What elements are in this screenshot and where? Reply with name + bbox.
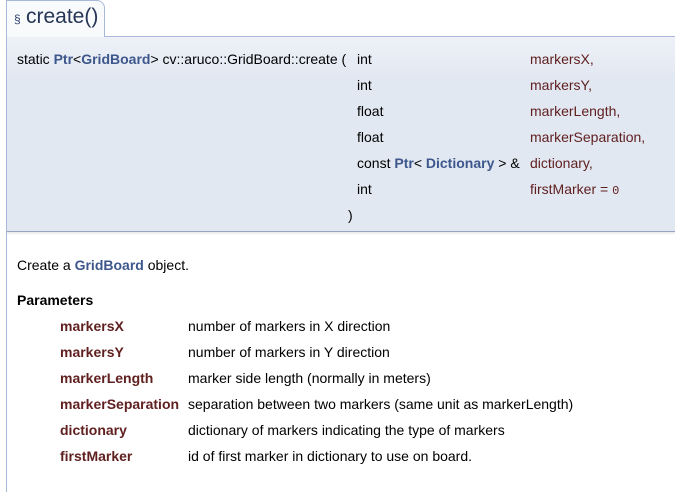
section-anchor-icon[interactable]: §	[14, 12, 21, 26]
param-row-desc: id of first marker in dictionary to use …	[188, 448, 473, 464]
param-row-name: markersY	[60, 344, 124, 360]
param-name: markersY,	[530, 77, 592, 93]
ptr-link[interactable]: Ptr	[54, 51, 73, 67]
qualified-function-name: cv::aruco::GridBoard::create	[162, 51, 338, 67]
param-row-desc: dictionary of markers indicating the typ…	[188, 422, 505, 438]
prototype-box: static Ptr<GridBoard> cv::aruco::GridBoa…	[6, 36, 675, 235]
member-tab: § create()	[6, 0, 105, 37]
open-paren: (	[341, 51, 347, 67]
param-row-name: dictionary	[60, 422, 127, 438]
param-row: dictionary dictionary of markers indicat…	[60, 422, 660, 442]
close-paren: )	[348, 207, 353, 223]
default-value: 0	[612, 184, 620, 198]
param-row-desc: separation between two markers (same uni…	[188, 396, 574, 412]
param-type: const Ptr< Dictionary > &	[357, 155, 520, 171]
param-row: markersX number of markers in X directio…	[60, 318, 660, 338]
param-name: dictionary,	[530, 155, 593, 171]
param-row: markerLength marker side length (normall…	[60, 370, 660, 390]
const-keyword: const	[357, 155, 391, 171]
param-row-name: markerLength	[60, 370, 154, 386]
static-keyword: static	[17, 51, 50, 67]
param-type: int	[357, 181, 372, 197]
description-text: object.	[147, 257, 189, 273]
param-name: markerSeparation,	[530, 129, 646, 145]
function-signature: static Ptr<GridBoard> cv::aruco::GridBoa…	[17, 51, 346, 67]
gridboard-link[interactable]: GridBoard	[75, 257, 144, 273]
param-row-desc: number of markers in X direction	[188, 318, 391, 334]
template-close: > &	[498, 155, 520, 171]
param-type: int	[357, 77, 372, 93]
param-row-desc: number of markers in Y direction	[188, 344, 390, 360]
member-title: create()	[26, 5, 99, 28]
param-name-with-default: firstMarker = 0	[530, 181, 619, 198]
param-row: markersY number of markers in Y directio…	[60, 344, 660, 364]
param-type: float	[357, 129, 384, 145]
param-type: int	[357, 51, 372, 67]
param-row: firstMarker id of first marker in dictio…	[60, 448, 660, 468]
parameters-heading: Parameters	[17, 292, 94, 308]
box-shadow	[7, 231, 675, 235]
param-name: firstMarker =	[530, 181, 609, 197]
ptr-link[interactable]: Ptr	[394, 155, 413, 171]
template-open: <	[73, 51, 82, 67]
param-row-desc: marker side length (normally in meters)	[188, 370, 431, 386]
param-row-name: firstMarker	[60, 448, 133, 464]
template-close: >	[150, 51, 159, 67]
param-row: markerSeparation separation between two …	[60, 396, 660, 416]
gridboard-link[interactable]: GridBoard	[81, 51, 150, 67]
param-name: markerLength,	[530, 103, 621, 119]
description-text: Create a	[17, 257, 71, 273]
dictionary-link[interactable]: Dictionary	[426, 155, 494, 171]
template-open: <	[413, 155, 422, 171]
param-row-name: markersX	[60, 318, 124, 334]
description: Create a GridBoard object.	[17, 257, 189, 273]
param-row-name: markerSeparation	[60, 396, 180, 412]
param-name: markersX,	[530, 51, 594, 67]
param-type: float	[357, 103, 384, 119]
